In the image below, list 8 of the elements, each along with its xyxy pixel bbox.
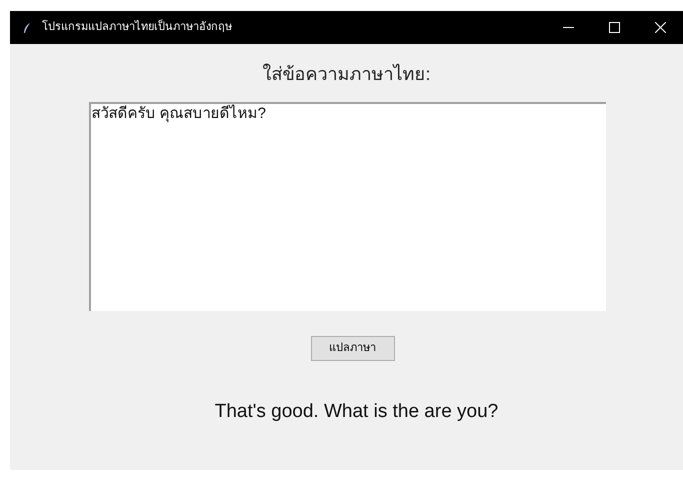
window-title: โปรแกรมแปลภาษาไทยเป็นภาษาอังกฤษ [42, 19, 232, 36]
text-input[interactable]: สวัสดีครับ คุณสบายดีไหม? [88, 102, 606, 311]
feather-icon [22, 22, 32, 34]
translation-result: That's good. What is the are you? [214, 400, 498, 424]
close-icon [654, 22, 666, 33]
prompt-label: ใส่ข้อความภาษาไทย: [262, 62, 430, 86]
maximize-icon [608, 22, 620, 33]
translate-button[interactable]: แปลภาษา [310, 336, 394, 361]
